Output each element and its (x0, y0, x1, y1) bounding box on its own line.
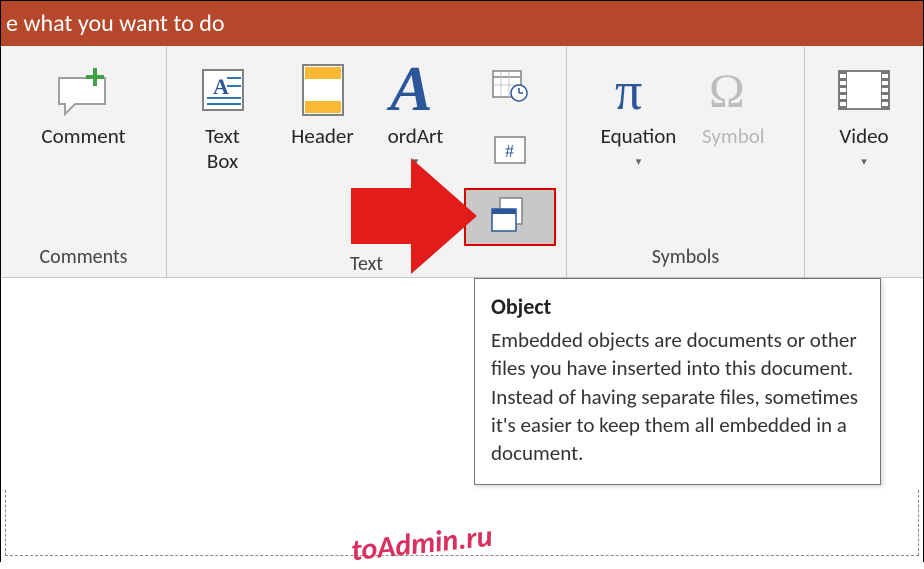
svg-text:A: A (386, 60, 433, 120)
symbol-label: Symbol (702, 124, 765, 149)
equation-label: Equation (601, 124, 677, 149)
video-icon (835, 60, 893, 120)
group-media: Video ▾ (805, 46, 923, 277)
slide-number-button[interactable]: # (465, 124, 555, 180)
wordart-label: ordArt (388, 124, 444, 149)
header-footer-label: Header (291, 124, 353, 149)
comment-icon (53, 60, 115, 120)
svg-text:#: # (505, 141, 514, 161)
tooltip-body: Embedded objects are documents or other … (491, 326, 864, 468)
dropdown-arrow-icon: ▾ (861, 155, 867, 168)
group-comments-label: Comments (40, 239, 128, 277)
date-time-icon (491, 69, 529, 108)
comment-label: Comment (41, 124, 125, 149)
video-button[interactable]: Video ▾ (819, 56, 909, 172)
text-box-label: Text Box (205, 124, 240, 174)
slide-number-icon: # (491, 133, 529, 172)
symbol-icon: Ω (703, 60, 763, 120)
equation-button[interactable]: π Equation ▾ (593, 56, 685, 172)
ribbon: Comment Comments A Text Box (1, 46, 923, 278)
tooltip-object: Object Embedded objects are documents or… (474, 278, 881, 485)
group-text: A Text Box Header (167, 46, 567, 277)
header-footer-button[interactable]: Header (278, 56, 368, 153)
date-time-button[interactable] (465, 60, 555, 116)
wordart-button[interactable]: A ordArt ▾ (378, 56, 454, 172)
text-box-button[interactable]: A Text Box (178, 56, 268, 178)
insert-object-button[interactable] (464, 188, 556, 246)
group-symbols: π Equation ▾ Ω Symbol Symbols (567, 46, 805, 277)
comment-button[interactable]: Comment (33, 56, 133, 153)
svg-text:A: A (213, 74, 229, 99)
tell-me-strip[interactable]: e what you want to do (1, 1, 923, 46)
group-symbols-label: Symbols (652, 239, 719, 277)
header-footer-icon (297, 60, 349, 120)
svg-text:Ω: Ω (709, 65, 745, 117)
video-label: Video (839, 124, 888, 149)
text-box-icon: A (197, 60, 249, 120)
dropdown-arrow-icon: ▾ (636, 155, 642, 168)
svg-text:π: π (615, 63, 642, 117)
dropdown-arrow-icon: ▾ (413, 155, 419, 168)
symbol-button[interactable]: Ω Symbol (688, 56, 778, 153)
object-icon (488, 195, 532, 240)
tell-me-text: e what you want to do (6, 9, 225, 38)
group-comments: Comment Comments (1, 46, 167, 277)
tooltip-title: Object (491, 293, 864, 320)
wordart-icon: A (386, 60, 446, 120)
equation-icon: π (609, 60, 669, 120)
